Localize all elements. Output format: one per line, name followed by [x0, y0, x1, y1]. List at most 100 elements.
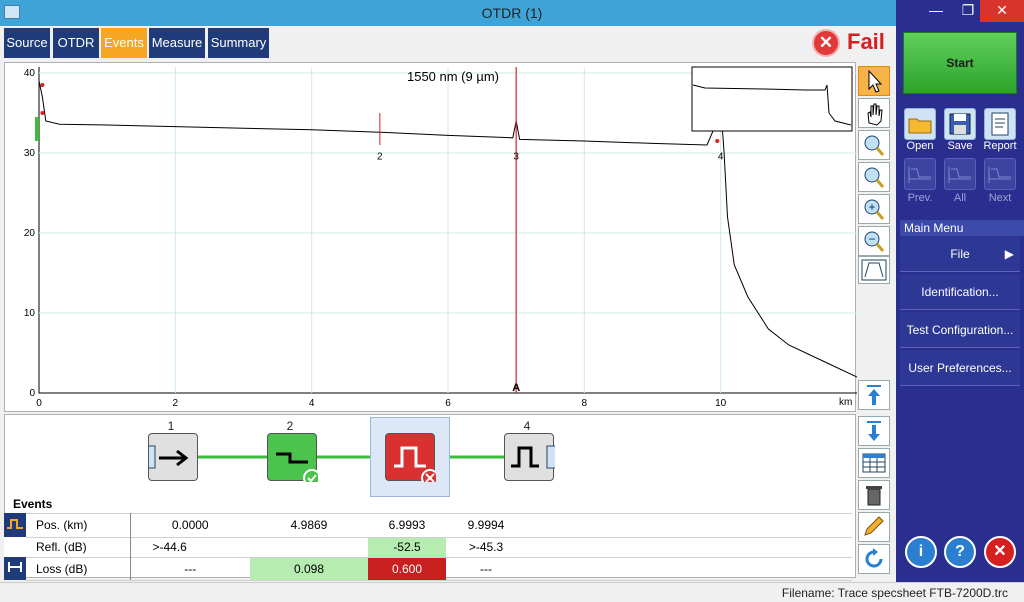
loss-event-3: 0.600: [368, 556, 446, 581]
title-bar: OTDR (1): [0, 0, 896, 26]
window-controls: — ❐ ✕: [896, 0, 1024, 26]
report-icon: [991, 112, 1009, 136]
menu-item-user-preferences[interactable]: User Preferences...: [900, 350, 1020, 386]
zoom-fit-icon[interactable]: [858, 130, 890, 160]
y-tick-label: 0: [29, 388, 35, 399]
trace-plot[interactable]: 0 2 4 6 8 10 km 0 10 20 30 40 A 2 3 4 1550 nm (9 µm): [5, 63, 858, 413]
loss-row-icon: [4, 557, 26, 580]
all-button[interactable]: [944, 158, 976, 190]
start-button[interactable]: Start: [903, 32, 1017, 94]
row-label-position: Pos. (km): [26, 513, 131, 537]
refresh-icon[interactable]: [858, 544, 890, 574]
tab-summary[interactable]: Summary: [208, 28, 269, 58]
x-tick-label: 10: [715, 398, 727, 409]
launch-level-indicator: [35, 117, 39, 141]
event-2-loss-icon[interactable]: [267, 433, 321, 487]
otdr-trace-chart[interactable]: 0 2 4 6 8 10 km 0 10 20 30 40 A 2 3 4 1550 nm (9 µm): [4, 62, 858, 413]
x-tick-label: 2: [173, 398, 179, 409]
close-window-button[interactable]: ✕: [980, 0, 1024, 22]
next-label: Next: [988, 192, 1012, 204]
pos-event-2: 4.9869: [250, 513, 368, 537]
pos-event-4: 9.9994: [446, 513, 526, 537]
svg-text:+: +: [868, 200, 875, 214]
row-label-loss: Loss (dB): [26, 556, 131, 581]
refl-event-4: >-45.3: [446, 536, 526, 557]
menu-item-file[interactable]: File ▶: [900, 236, 1020, 272]
filename-label: Filename: Trace specsheet FTB-7200D.trc: [781, 586, 1008, 600]
submenu-arrow-icon: ▶: [1004, 247, 1014, 261]
side-panel: Start Open Save Report Prev. All Next Ma…: [896, 26, 1024, 582]
report-label: Report: [983, 140, 1017, 152]
menu-item-file-label: File: [950, 247, 970, 261]
report-button[interactable]: [984, 108, 1016, 140]
floppy-save-icon: [949, 113, 971, 135]
refl-event-3: -52.5: [368, 536, 446, 557]
row-label-reflectance: Refl. (dB): [26, 536, 131, 557]
events-header: Events: [13, 497, 53, 511]
prev-button[interactable]: [904, 158, 936, 190]
zoom-area-icon[interactable]: [858, 256, 890, 284]
open-button[interactable]: [904, 108, 936, 140]
refl-event-1: >-44.6: [130, 536, 250, 557]
y-tick-label: 30: [24, 148, 36, 159]
next-trace-icon: [988, 167, 1011, 183]
zoom-in-icon[interactable]: +: [858, 194, 890, 224]
events-table: Pos. (km) 0.0000 4.9869 6.9993 9.9994 Re…: [4, 513, 852, 581]
x-tick-label: 4: [309, 398, 315, 409]
save-label: Save: [947, 140, 973, 152]
info-button[interactable]: i: [905, 536, 937, 568]
open-label: Open: [906, 140, 934, 152]
loss-event-1: ---: [130, 556, 250, 581]
tab-source[interactable]: Source: [4, 28, 50, 58]
minimize-button[interactable]: —: [920, 0, 952, 22]
event-number-2: 2: [286, 419, 294, 433]
tab-measure[interactable]: Measure: [149, 28, 205, 58]
table-row: Refl. (dB) >-44.6 -52.5 >-45.3: [4, 536, 852, 557]
event-boundary-marker[interactable]: [715, 139, 720, 143]
zoom-1-1-icon[interactable]: [858, 162, 890, 192]
pos-event-1: 0.0000: [130, 513, 250, 537]
table-row: Pos. (km) 0.0000 4.9869 6.9993 9.9994: [4, 513, 852, 537]
tab-otdr[interactable]: OTDR: [53, 28, 99, 58]
tab-events[interactable]: Events: [101, 28, 147, 58]
x-tick-label: 0: [36, 398, 42, 409]
save-button[interactable]: [944, 108, 976, 140]
scroll-up-icon[interactable]: [858, 380, 890, 410]
y-tick-label: 10: [24, 308, 36, 319]
all-traces-icon: [948, 167, 971, 183]
event-label: 3: [513, 151, 519, 162]
event-number-4: 4: [523, 419, 531, 433]
menu-item-identification[interactable]: Identification...: [900, 274, 1020, 310]
status-bar: Filename: Trace specsheet FTB-7200D.trc: [0, 582, 1024, 602]
delete-trash-icon[interactable]: [858, 480, 890, 510]
select-pointer-tool[interactable]: [858, 66, 890, 96]
event-boundary-marker[interactable]: [40, 111, 45, 115]
scroll-down-icon[interactable]: [858, 416, 890, 446]
event-label: 4: [718, 151, 724, 162]
event-number-1: 1: [167, 419, 175, 433]
refl-event-2: [250, 536, 368, 557]
event-1-launch-icon[interactable]: [144, 433, 198, 481]
wavelength-label: 1550 nm (9 µm): [407, 69, 499, 84]
loss-event-2: 0.098: [250, 556, 368, 581]
event-table-icon[interactable]: [858, 448, 890, 478]
window-title: OTDR (1): [481, 5, 543, 21]
menu-item-test-configuration[interactable]: Test Configuration...: [900, 312, 1020, 348]
all-label: All: [953, 192, 967, 204]
event-3-reflective-fail-icon[interactable]: [385, 433, 439, 487]
event-4-end-icon[interactable]: [504, 433, 558, 481]
zoom-out-icon[interactable]: −: [858, 226, 890, 256]
prev-trace-icon: [908, 167, 931, 183]
folder-open-icon: [908, 118, 932, 134]
table-row: Loss (dB) --- 0.098 0.600 ---: [4, 556, 852, 581]
event-label: 2: [377, 151, 383, 162]
pan-hand-tool[interactable]: [858, 98, 890, 128]
event-boundary-marker[interactable]: [40, 83, 45, 87]
next-button[interactable]: [984, 158, 1016, 190]
pos-event-3: 6.9993: [368, 513, 446, 537]
exit-button[interactable]: ✕: [984, 536, 1016, 568]
fail-label: Fail: [847, 29, 885, 54]
x-unit-label: km: [839, 397, 852, 408]
help-button[interactable]: ?: [944, 536, 976, 568]
edit-pencil-icon[interactable]: [858, 512, 890, 542]
